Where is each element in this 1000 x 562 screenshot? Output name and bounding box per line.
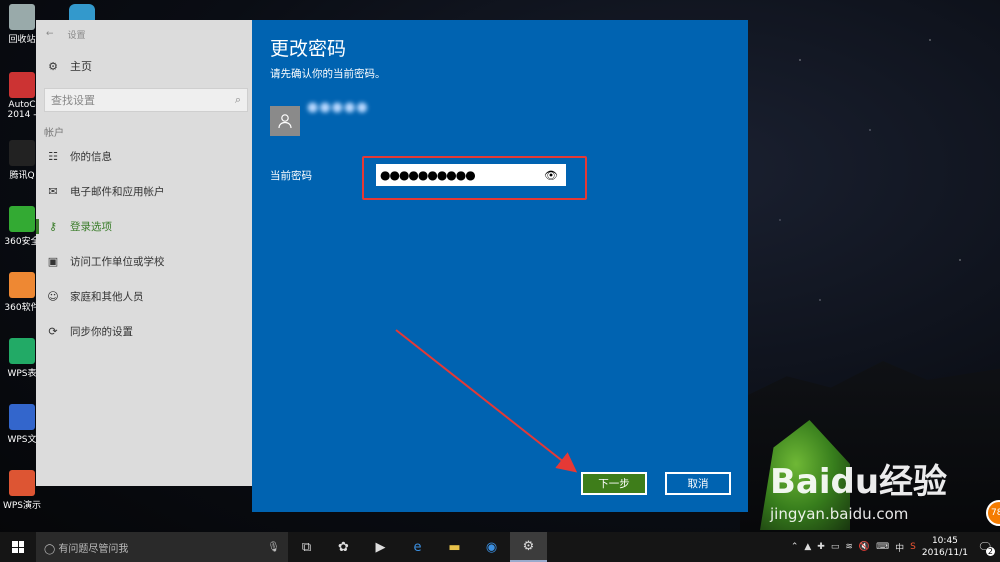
nav-item-sign-in-options[interactable]: ⚷ 登录选项	[36, 209, 256, 244]
keyboard-icon[interactable]: ⌨	[876, 542, 889, 552]
file-explorer-icon[interactable]: ▬	[436, 532, 473, 562]
cortana-circle-icon: ◯	[44, 543, 56, 555]
change-password-dialog: 更改密码 请先确认你的当前密码。 ●●●●● 当前密码 ●●●●●●●●●● 👁…	[252, 20, 748, 512]
username-blurred: ●●●●●	[307, 100, 369, 115]
action-center-icon[interactable]: 🗨 2	[974, 540, 996, 556]
wps-sheet-icon	[9, 338, 35, 364]
pptv-app-icon[interactable]: ▶	[362, 532, 399, 562]
current-password-label: 当前密码	[270, 170, 312, 182]
briefcase-icon: ▣	[47, 255, 59, 268]
recycle-bin-icon	[9, 4, 35, 30]
task-view-icon[interactable]: ⧉	[288, 532, 325, 562]
avatar	[270, 106, 300, 136]
chevron-up-icon[interactable]: ⌃	[791, 542, 799, 552]
gear-icon: ⚙	[48, 59, 58, 73]
microphone-icon[interactable]: 🎙	[267, 542, 280, 553]
windows-logo-icon	[12, 541, 24, 553]
baidu-jingyan-watermark: Baidu经验 jingyan.baidu.com	[770, 462, 948, 523]
nav-item-your-info[interactable]: ☷ 你的信息	[36, 139, 256, 174]
settings-window-title: 设置	[67, 30, 86, 41]
settings-window: ← 设置 ⚙ 主页 查找设置 ⌕ 帐户 ☷ 你的信息 ✉ 电子邮件和应用帐户 ⚷…	[36, 20, 256, 486]
nav-item-sync[interactable]: ⟳ 同步你的设置	[36, 314, 256, 349]
360-software-icon	[9, 272, 35, 298]
person-card-icon: ☷	[48, 150, 58, 163]
system-tray: ⌃ ▲ ✚ ▭ ≋ 🔇 ⌨ 中 S 10:45 2016/11/1 🗨 2	[791, 535, 1000, 559]
back-arrow-icon[interactable]: ←	[46, 29, 54, 39]
people-icon: ☺	[47, 290, 59, 303]
mail-icon: ✉	[48, 185, 58, 198]
user-icon	[278, 114, 292, 129]
settings-home[interactable]: ⚙ 主页	[36, 48, 256, 84]
qq-icon	[9, 140, 35, 166]
volume-muted-icon[interactable]: 🔇	[859, 542, 870, 552]
settings-titlebar: ← 设置	[36, 20, 256, 48]
pinwheel-app-icon[interactable]: ✿	[325, 532, 362, 562]
wps-writer-icon	[9, 404, 35, 430]
settings-taskbar-icon[interactable]: ⚙	[510, 532, 547, 562]
edge-browser-icon[interactable]: e	[399, 532, 436, 562]
cortana-search-box[interactable]: ◯ 有问题尽管问我 🎙	[36, 532, 288, 562]
search-icon: ⌕	[234, 93, 241, 106]
tray-app-icon[interactable]: ✚	[817, 542, 825, 552]
cancel-button[interactable]: 取消	[665, 472, 731, 495]
start-button[interactable]	[0, 532, 36, 562]
wifi-icon[interactable]: ≋	[845, 542, 853, 552]
nav-item-work-school[interactable]: ▣ 访问工作单位或学校	[36, 244, 256, 279]
360-safe-icon	[9, 206, 35, 232]
taskbar: ◯ 有问题尽管问我 🎙 ⧉ ✿ ▶ e ▬ ◉ ⚙ ⌃ ▲ ✚ ▭ ≋ 🔇 ⌨ …	[0, 532, 1000, 562]
dialog-title: 更改密码	[270, 38, 347, 60]
tray-app-icon[interactable]: ▲	[804, 542, 811, 552]
battery-icon[interactable]: ▭	[831, 542, 840, 552]
current-password-input[interactable]: ●●●●●●●●●● 👁	[376, 164, 566, 186]
sogou-browser-icon[interactable]: ◉	[473, 532, 510, 562]
nav-item-email-accounts[interactable]: ✉ 电子邮件和应用帐户	[36, 174, 256, 209]
sogou-ime-icon[interactable]: S	[910, 542, 916, 552]
wps-presentation-icon	[9, 470, 35, 496]
sync-icon: ⟳	[48, 325, 58, 338]
reveal-password-eye-icon[interactable]: 👁	[544, 169, 558, 182]
key-icon: ⚷	[48, 220, 58, 233]
section-heading-account: 帐户	[44, 128, 64, 139]
settings-search-input[interactable]: 查找设置 ⌕	[44, 88, 248, 112]
password-value: ●●●●●●●●●●	[380, 168, 476, 182]
dialog-subtitle: 请先确认你的当前密码。	[270, 68, 386, 80]
next-button[interactable]: 下一步	[581, 472, 647, 495]
clock[interactable]: 10:45 2016/11/1	[922, 535, 968, 559]
nav-item-family[interactable]: ☺ 家庭和其他人员	[36, 279, 256, 314]
autocad-icon	[9, 72, 35, 98]
ime-indicator[interactable]: 中	[895, 541, 904, 554]
